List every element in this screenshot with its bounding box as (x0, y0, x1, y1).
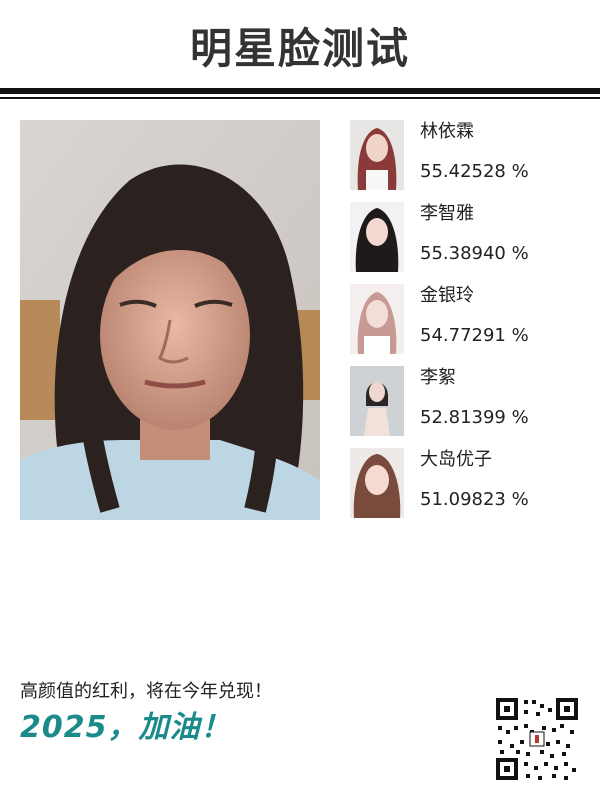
header: 明星脸测试 (0, 0, 600, 86)
user-photo (20, 120, 320, 520)
match-item-1[interactable]: 林依霖 55.42528 % (350, 120, 580, 202)
celebrity-name: 李智雅 (420, 203, 474, 224)
page-title: 明星脸测试 (189, 24, 410, 73)
celebrity-match-list: 林依霖 55.42528 % 李智雅 55.38940 % 金银玲 54.772… (350, 120, 580, 530)
celebrity-name: 大岛优子 (420, 449, 492, 470)
celebrity-name: 李絮 (420, 367, 456, 388)
match-score: 52.81399 % (420, 407, 529, 428)
celebrity-name: 金银玲 (420, 285, 474, 306)
match-item-2[interactable]: 李智雅 55.38940 % (350, 202, 580, 284)
divider-thick (0, 88, 600, 94)
match-score: 54.77291 % (420, 325, 529, 346)
slogan-text: 高颜值的红利，将在今年兑现！ (20, 681, 272, 702)
match-score: 55.38940 % (420, 243, 529, 264)
match-item-4[interactable]: 李絮 52.81399 % (350, 366, 580, 448)
celebrity-thumbnail (350, 202, 404, 272)
match-item-5[interactable]: 大岛优子 51.09823 % (350, 448, 580, 530)
celebrity-name: 林依霖 (420, 121, 474, 142)
match-score: 51.09823 % (420, 489, 529, 510)
qr-code[interactable] (494, 696, 580, 782)
celebrity-thumbnail (350, 120, 404, 190)
cheer-text: 2025，加油！ (20, 710, 232, 745)
match-score: 55.42528 % (420, 161, 529, 182)
celebrity-thumbnail (350, 366, 404, 436)
match-item-3[interactable]: 金银玲 54.77291 % (350, 284, 580, 366)
celebrity-thumbnail (350, 284, 404, 354)
divider-thin (0, 97, 600, 99)
celebrity-thumbnail (350, 448, 404, 518)
